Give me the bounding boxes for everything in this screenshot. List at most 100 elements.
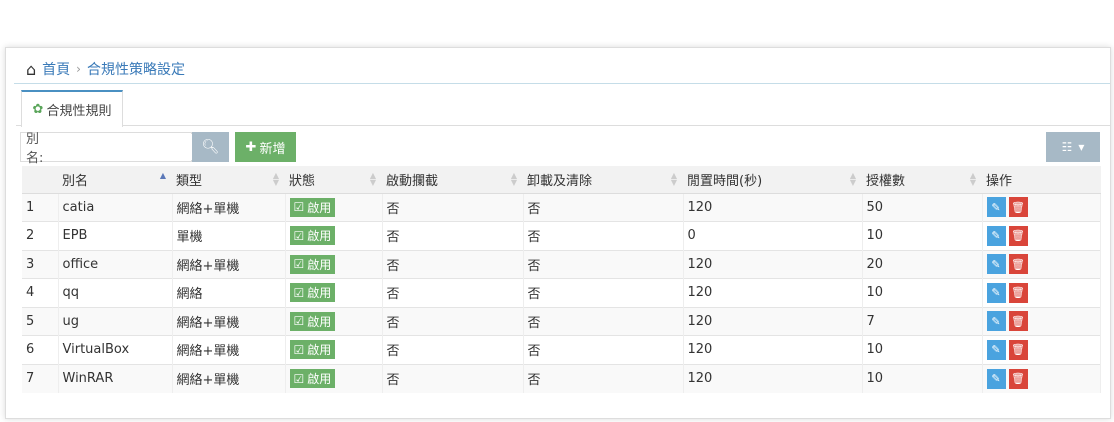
checkbox-icon: ☑	[293, 257, 305, 272]
cell-uninstall: 否	[523, 363, 684, 393]
cell-actions: ✎ 🗑︎	[982, 306, 1101, 336]
tab-compliance-rules[interactable]: ✿ 合規性規則	[21, 90, 123, 127]
cell-idle: 120	[683, 306, 863, 336]
status-label: 啟用	[307, 343, 332, 358]
status-badge[interactable]: ☑ 啟用	[289, 369, 336, 388]
cell-idle: 120	[683, 278, 863, 307]
delete-button[interactable]: 🗑︎	[1008, 254, 1028, 275]
sort-icon[interactable]: ▲ ▼	[671, 172, 677, 187]
status-badge[interactable]: ☑ 啟用	[289, 254, 336, 274]
checkbox-icon: ☑	[293, 314, 305, 329]
trash-icon: 🗑︎	[1011, 314, 1025, 328]
column-header[interactable]: 別名 ▲	[58, 166, 172, 194]
column-header[interactable]: 啟動攔截 ▲ ▼	[382, 166, 523, 194]
cell-actions: ✎ 🗑︎	[982, 335, 1101, 364]
delete-button[interactable]: 🗑︎	[1008, 368, 1028, 389]
cell-name: ug	[58, 306, 173, 336]
header-label: 別名	[62, 173, 89, 189]
trash-icon: 🗑︎	[1011, 229, 1025, 243]
delete-button[interactable]: 🗑︎	[1008, 197, 1028, 218]
table-row: 1 catia 網絡+單機 ☑ 啟用否否 120 50 ✎ 🗑︎	[22, 192, 1101, 222]
cell-uninstall: 否	[523, 221, 684, 250]
toolbar: 別名: 🔍︎ ✚ 新增 ☷ ▾	[20, 132, 1100, 166]
cell-uninstall: 否	[523, 192, 684, 222]
main-panel: ⌂ 首頁 › 合規性策略設定 ✿ 合規性規則 別名: 🔍︎ ✚ 新增 ☷ ▾ 別名 ▲…	[5, 47, 1111, 419]
cell-status: ☑ 啟用	[285, 249, 383, 279]
columns-dropdown-button[interactable]: ☷ ▾	[1046, 132, 1100, 162]
breadcrumb-home[interactable]: 首頁	[42, 59, 70, 79]
column-header[interactable]: 類型 ▲ ▼	[172, 166, 285, 194]
status-badge[interactable]: ☑ 啟用	[289, 340, 336, 360]
column-header[interactable]: 卸載及清除 ▲ ▼	[523, 166, 683, 194]
delete-button[interactable]: 🗑︎	[1008, 282, 1028, 303]
sort-icon[interactable]: ▲	[160, 172, 166, 180]
cell-licenses: 10	[862, 363, 983, 393]
edit-icon: ✎	[991, 372, 1001, 385]
cell-status: ☑ 啟用	[285, 335, 383, 364]
row-number: 2	[22, 221, 59, 250]
cell-actions: ✎ 🗑︎	[982, 363, 1101, 393]
edit-button[interactable]: ✎	[986, 311, 1006, 332]
delete-button[interactable]: 🗑︎	[1008, 339, 1028, 360]
cell-block: 否	[382, 278, 524, 307]
cell-uninstall: 否	[523, 278, 684, 307]
cell-status: ☑ 啟用	[285, 221, 383, 250]
cell-type: 網絡+單機	[172, 249, 286, 279]
tab-bar: ✿ 合規性規則	[16, 90, 1110, 127]
status-label: 啟用	[307, 257, 332, 272]
status-badge[interactable]: ☑ 啟用	[289, 283, 336, 303]
column-header[interactable]: 授權數 ▲ ▼	[862, 166, 982, 194]
cell-type: 網絡+單機	[172, 363, 286, 393]
checkbox-icon: ☑	[293, 200, 305, 215]
sort-icon[interactable]: ▲ ▼	[370, 172, 376, 187]
cell-uninstall: 否	[523, 335, 684, 364]
status-badge[interactable]: ☑ 啟用	[289, 311, 336, 331]
trash-icon: 🗑︎	[1011, 286, 1025, 300]
breadcrumb: ⌂ 首頁 › 合規性策略設定	[26, 56, 185, 82]
edit-button[interactable]: ✎	[986, 282, 1006, 303]
sort-icon[interactable]: ▲ ▼	[970, 172, 976, 187]
cell-status: ☑ 啟用	[285, 278, 383, 307]
add-label: 新增	[259, 141, 286, 157]
edit-icon: ✎	[991, 286, 1001, 300]
cell-idle: 0	[683, 221, 863, 250]
table-row: 5 ug 網絡+單機 ☑ 啟用否否 120 7 ✎ 🗑︎	[22, 306, 1101, 336]
status-badge[interactable]: ☑ 啟用	[289, 197, 336, 217]
edit-button[interactable]: ✎	[986, 197, 1006, 218]
status-label: 啟用	[307, 314, 332, 329]
cell-block: 否	[382, 221, 524, 250]
delete-button[interactable]: 🗑︎	[1008, 311, 1028, 332]
edit-icon: ✎	[991, 257, 1001, 271]
sort-icon[interactable]: ▲ ▼	[850, 172, 856, 187]
row-number: 5	[22, 306, 59, 336]
caret-down-icon: ▾	[1078, 140, 1085, 154]
cell-type: 單機	[172, 221, 286, 250]
cell-status: ☑ 啟用	[285, 192, 383, 222]
add-button[interactable]: ✚ 新增	[235, 132, 296, 162]
table-row: 7 WinRAR 網絡+單機 ☑ 啟用否否 120 10 ✎ 🗑︎	[22, 363, 1101, 393]
column-header[interactable]: 狀態 ▲ ▼	[285, 166, 382, 194]
header-label: 操作	[986, 173, 1013, 189]
edit-button[interactable]: ✎	[986, 225, 1006, 246]
cell-type: 網絡+單機	[172, 192, 286, 222]
edit-button[interactable]: ✎	[986, 339, 1006, 360]
column-header[interactable]: 閒置時間(秒) ▲ ▼	[683, 166, 862, 194]
header-index	[22, 166, 58, 194]
cell-licenses: 10	[862, 335, 983, 364]
sort-icon[interactable]: ▲ ▼	[273, 172, 279, 187]
cell-actions: ✎ 🗑︎	[982, 278, 1101, 307]
sort-icon[interactable]: ▲ ▼	[511, 172, 517, 187]
row-number: 3	[22, 249, 59, 279]
checkbox-icon: ☑	[293, 371, 305, 386]
delete-button[interactable]: 🗑︎	[1008, 225, 1028, 246]
search-button[interactable]: 🔍︎	[192, 132, 229, 162]
edit-button[interactable]: ✎	[986, 254, 1006, 275]
home-icon[interactable]: ⌂	[26, 60, 36, 79]
row-number: 6	[22, 335, 59, 364]
status-label: 啟用	[307, 200, 332, 215]
edit-icon: ✎	[991, 314, 1001, 328]
cell-idle: 120	[683, 335, 863, 364]
edit-button[interactable]: ✎	[986, 368, 1006, 389]
status-label: 啟用	[307, 229, 332, 244]
status-badge[interactable]: ☑ 啟用	[289, 226, 336, 246]
